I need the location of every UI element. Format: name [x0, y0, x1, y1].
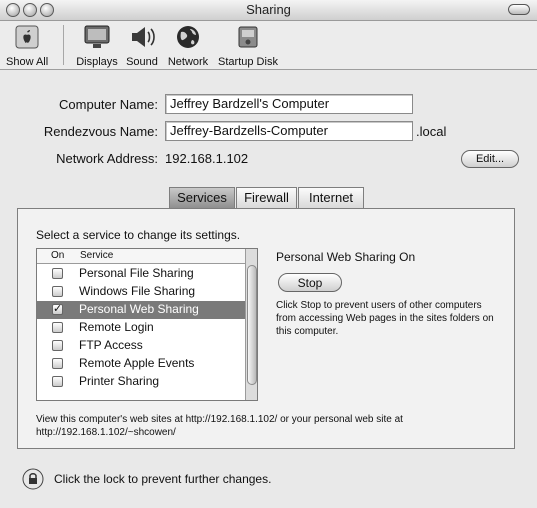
toolbar-displays[interactable]: Displays: [74, 21, 120, 69]
computer-name-label: Computer Name:: [59, 97, 158, 112]
toolbar-network[interactable]: Network: [166, 21, 210, 69]
rendezvous-name-field[interactable]: Jeffrey-Bardzells-Computer: [165, 121, 413, 141]
list-header: On Service: [37, 249, 245, 264]
web-sites-footer: View this computer's web sites at http:/…: [36, 414, 403, 438]
service-label: FTP Access: [79, 338, 143, 352]
service-description: Click Stop to prevent users of other com…: [276, 300, 494, 337]
service-row[interactable]: FTP Access: [37, 337, 245, 355]
network-address-label: Network Address:: [56, 151, 158, 166]
tab-internet[interactable]: Internet: [298, 187, 364, 208]
rendezvous-name-label: Rendezvous Name:: [43, 124, 158, 139]
rendezvous-suffix: .local: [416, 124, 447, 139]
globe-icon: [174, 23, 202, 51]
services-instruction: Select a service to change its settings.: [36, 228, 241, 242]
service-label: Personal File Sharing: [79, 266, 194, 280]
service-row[interactable]: Printer Sharing: [37, 373, 245, 391]
lock-icon[interactable]: [22, 468, 44, 490]
disk-icon: [234, 23, 262, 51]
service-label: Windows File Sharing: [79, 284, 196, 298]
network-address-value: 192.168.1.102: [165, 151, 249, 166]
service-checkbox[interactable]: [52, 358, 63, 369]
window-title: Sharing: [246, 2, 291, 17]
service-status-title: Personal Web Sharing On: [276, 250, 416, 264]
tab-firewall[interactable]: Firewall: [236, 187, 297, 208]
apple-icon: [13, 23, 41, 51]
service-row[interactable]: Remote Login: [37, 319, 245, 337]
lock-text: Click the lock to prevent further change…: [54, 472, 272, 486]
toolbar-label: Sound: [126, 56, 158, 68]
stop-button[interactable]: Stop: [278, 273, 342, 292]
service-checkbox[interactable]: ✓: [52, 304, 63, 315]
service-checkbox[interactable]: [52, 286, 63, 297]
toolbar-label: Network: [167, 56, 209, 68]
service-label: Remote Login: [79, 320, 154, 334]
toolbar-show-all[interactable]: Show All: [6, 21, 48, 69]
service-row[interactable]: Windows File Sharing: [37, 283, 245, 301]
service-checkbox[interactable]: [52, 376, 63, 387]
service-checkbox[interactable]: [52, 322, 63, 333]
scrollbar[interactable]: [245, 249, 257, 400]
title-bar: Sharing: [0, 0, 537, 21]
scroll-thumb[interactable]: [247, 265, 257, 385]
column-on: On: [51, 250, 65, 261]
column-service: Service: [80, 250, 114, 261]
toolbar-sound[interactable]: Sound: [124, 21, 160, 69]
toolbar-divider: [63, 25, 64, 65]
edit-button[interactable]: Edit...: [461, 150, 519, 168]
display-icon: [83, 23, 111, 51]
service-checkbox[interactable]: [52, 340, 63, 351]
service-label: Personal Web Sharing: [79, 302, 199, 316]
services-list[interactable]: On Service Personal File Sharing Windows …: [36, 248, 258, 401]
toolbar: Show All Displays Sound Network Startup …: [0, 21, 537, 70]
computer-name-field[interactable]: Jeffrey Bardzell's Computer: [165, 94, 413, 114]
toolbar-label: Startup Disk: [218, 56, 278, 68]
tab-services[interactable]: Services: [169, 187, 235, 208]
service-row[interactable]: Remote Apple Events: [37, 355, 245, 373]
service-label: Remote Apple Events: [79, 356, 195, 370]
speaker-icon: [128, 23, 156, 51]
toolbar-label: Show All: [6, 56, 49, 68]
toolbar-startup-disk[interactable]: Startup Disk: [216, 21, 280, 69]
toolbar-label: Displays: [76, 56, 118, 68]
service-row[interactable]: Personal File Sharing: [37, 265, 245, 283]
service-label: Printer Sharing: [79, 374, 160, 388]
service-row[interactable]: ✓ Personal Web Sharing: [37, 301, 245, 319]
service-checkbox[interactable]: [52, 268, 63, 279]
toolbar-toggle-button[interactable]: [508, 4, 530, 15]
